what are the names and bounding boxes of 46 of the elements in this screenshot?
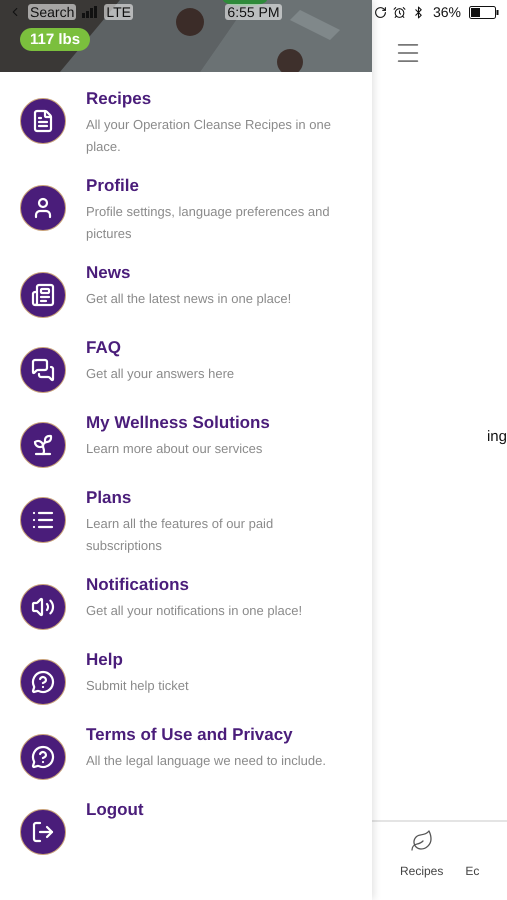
menu-description: All your Operation Cleanse Recipes in one place. — [86, 116, 332, 156]
menu-description: Learn all the features of our paid subscriptions — [86, 515, 274, 555]
menu-title[interactable]: My Wellness Solutions — [86, 412, 352, 434]
tab-button[interactable]: Recipes — [400, 828, 444, 900]
menu-icon-circle[interactable] — [20, 584, 66, 630]
speaker-icon — [31, 595, 55, 619]
menu-description: Get all your answers here — [86, 365, 236, 383]
signal-icon — [82, 6, 98, 18]
menu-title[interactable]: Profile — [86, 175, 352, 197]
menu-title[interactable]: FAQ — [86, 337, 352, 359]
menu-icon-circle[interactable] — [20, 659, 66, 705]
menu-title[interactable]: Plans — [86, 487, 352, 509]
menu-title[interactable]: News — [86, 262, 352, 284]
menu-title[interactable]: Logout — [86, 799, 352, 821]
help-icon — [31, 745, 55, 769]
logout-icon — [31, 820, 55, 844]
menu-description: Profile settings, language preferences and pictures — [86, 203, 331, 243]
help-icon — [31, 670, 55, 694]
menu-description: Get all the latest news in one place! — [86, 290, 292, 308]
leaf-icon — [410, 829, 434, 853]
menu-icon-circle[interactable] — [20, 734, 66, 780]
menu-description: Submit help ticket — [86, 677, 190, 695]
battery-icon — [468, 6, 499, 18]
menu-title[interactable]: Recipes — [86, 88, 352, 110]
menu-icon-circle[interactable] — [20, 422, 66, 468]
sprout-icon — [31, 433, 55, 457]
menu-title[interactable]: Terms of Use and Privacy — [86, 724, 352, 746]
menu-icon-circle[interactable] — [20, 185, 66, 231]
alarm-icon — [392, 6, 406, 18]
menu-description: Learn more about our services — [86, 440, 264, 458]
menu-title[interactable]: Help — [86, 649, 352, 671]
recipe-card-icon — [31, 109, 55, 133]
weight-badge: 117 lbs — [20, 28, 90, 51]
menu-description: All the legal language we need to include. — [86, 752, 327, 770]
menu-icon-circle[interactable] — [20, 272, 66, 318]
menu-icon-circle[interactable] — [20, 497, 66, 543]
newspaper-icon — [31, 283, 55, 307]
tab-button[interactable]: Ec — [465, 828, 480, 900]
speech-bubbles-icon — [31, 358, 55, 382]
menu-title[interactable]: Notifications — [86, 574, 352, 596]
menu-icon-circle[interactable] — [20, 809, 66, 855]
menu-icon-circle[interactable] — [20, 98, 66, 144]
content-text: ing — [486, 428, 507, 445]
menu-icon-circle[interactable] — [20, 347, 66, 393]
menu-description: Get all your notifications in one place! — [86, 602, 304, 620]
rotation-lock-icon — [374, 6, 387, 18]
